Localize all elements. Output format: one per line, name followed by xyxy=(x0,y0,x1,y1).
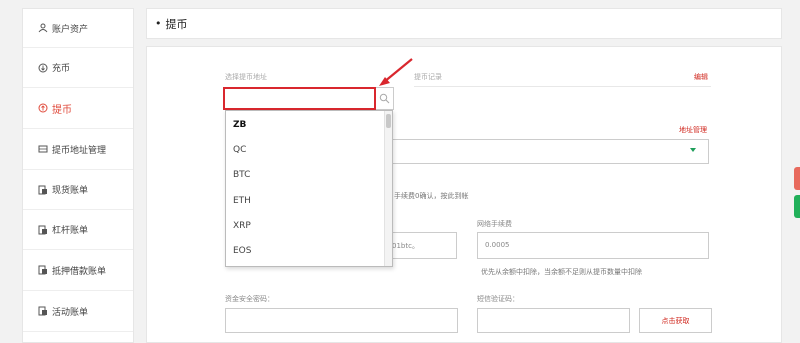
network-fee-label: 网络手续费 xyxy=(477,220,512,228)
edge-tab-red[interactable] xyxy=(794,167,800,190)
bill-icon xyxy=(38,185,48,195)
network-fee-value: 0.0005 xyxy=(485,241,510,249)
sidebar-item-address-management[interactable]: 提币地址管理 xyxy=(23,129,133,170)
dropdown-option[interactable]: QC xyxy=(233,145,246,155)
sidebar-item-deposit[interactable]: 充币 xyxy=(23,48,133,88)
sidebar-item-account-assets[interactable]: 账户资产 xyxy=(23,9,133,48)
sidebar-item-label: 提币地址管理 xyxy=(52,145,107,156)
page-header: • 提币 xyxy=(146,8,782,39)
sidebar-item-label: 杠杆账单 xyxy=(52,226,89,236)
sidebar-item-withdraw[interactable]: 提币 xyxy=(23,88,133,129)
security-password-label: 资金安全密码： xyxy=(225,295,274,303)
fee-deduction-note: 优先从余额中扣除，当余额不足则从提币数量中扣除 xyxy=(481,268,642,276)
sidebar-item-label: 充币 xyxy=(52,64,71,74)
address-book-icon xyxy=(38,144,48,154)
page-title: 提币 xyxy=(165,17,188,31)
sms-code-label: 短信验证码： xyxy=(477,295,519,303)
caret-down-icon xyxy=(690,148,696,152)
coin-select-label: 选择提币地址 xyxy=(225,73,267,81)
security-password-input[interactable] xyxy=(225,308,458,333)
bill-icon xyxy=(38,265,48,275)
divider xyxy=(414,86,711,87)
coin-dropdown-list: ZB QC BTC ETH XRP EOS xyxy=(225,110,393,267)
sidebar-item-label: 账户资产 xyxy=(52,24,89,35)
sidebar-item-label: 活动账单 xyxy=(52,307,89,318)
scrollbar-thumb[interactable] xyxy=(386,114,391,128)
sidebar-item-margin-bill[interactable]: 杠杆账单 xyxy=(23,210,133,250)
get-code-button[interactable]: 点击获取 xyxy=(639,308,712,333)
annotation-arrow-icon xyxy=(379,58,413,86)
person-icon xyxy=(38,23,48,33)
deposit-icon xyxy=(38,63,48,73)
address-manage-link[interactable]: 地址管理 xyxy=(679,125,707,135)
dropdown-option[interactable]: ETH xyxy=(233,196,251,206)
header-bullet: • xyxy=(155,17,162,30)
bill-icon xyxy=(38,225,48,235)
sidebar-item-spot-bill[interactable]: 现货账单 xyxy=(23,170,133,210)
dropdown-option[interactable]: XRP xyxy=(233,221,251,231)
sidebar-item-loan-bill[interactable]: 抵押借款账单 xyxy=(23,250,133,291)
bill-icon xyxy=(38,306,48,316)
dropdown-option[interactable]: BTC xyxy=(233,170,250,180)
network-fee-field: 0.0005 xyxy=(477,232,709,259)
dropdown-scrollbar[interactable] xyxy=(384,111,392,266)
sms-code-input[interactable] xyxy=(477,308,630,333)
dropdown-option[interactable]: EOS xyxy=(233,246,251,256)
sidebar-item-label: 现货账单 xyxy=(52,186,89,196)
address-select[interactable] xyxy=(380,139,709,164)
coin-search-input[interactable] xyxy=(223,87,376,110)
sidebar-item-label: 抵押借款账单 xyxy=(52,266,107,277)
withdraw-icon xyxy=(38,103,48,113)
sidebar-item-activity-bill[interactable]: 活动账单 xyxy=(23,291,133,332)
edge-tab-green[interactable] xyxy=(794,195,800,218)
amount-value: 01btc。 xyxy=(392,242,419,250)
sidebar-item-label: 提币 xyxy=(52,104,72,116)
sidebar: 账户资产 充币 提币 提币地址管理 现货账单 杠杆账单 抵押借款账单 活动账单 xyxy=(22,8,134,343)
fee-hint: 手续费0确认，按此到帐 xyxy=(394,192,469,200)
edit-link[interactable]: 编辑 xyxy=(694,72,708,82)
dropdown-option[interactable]: ZB xyxy=(233,120,246,130)
